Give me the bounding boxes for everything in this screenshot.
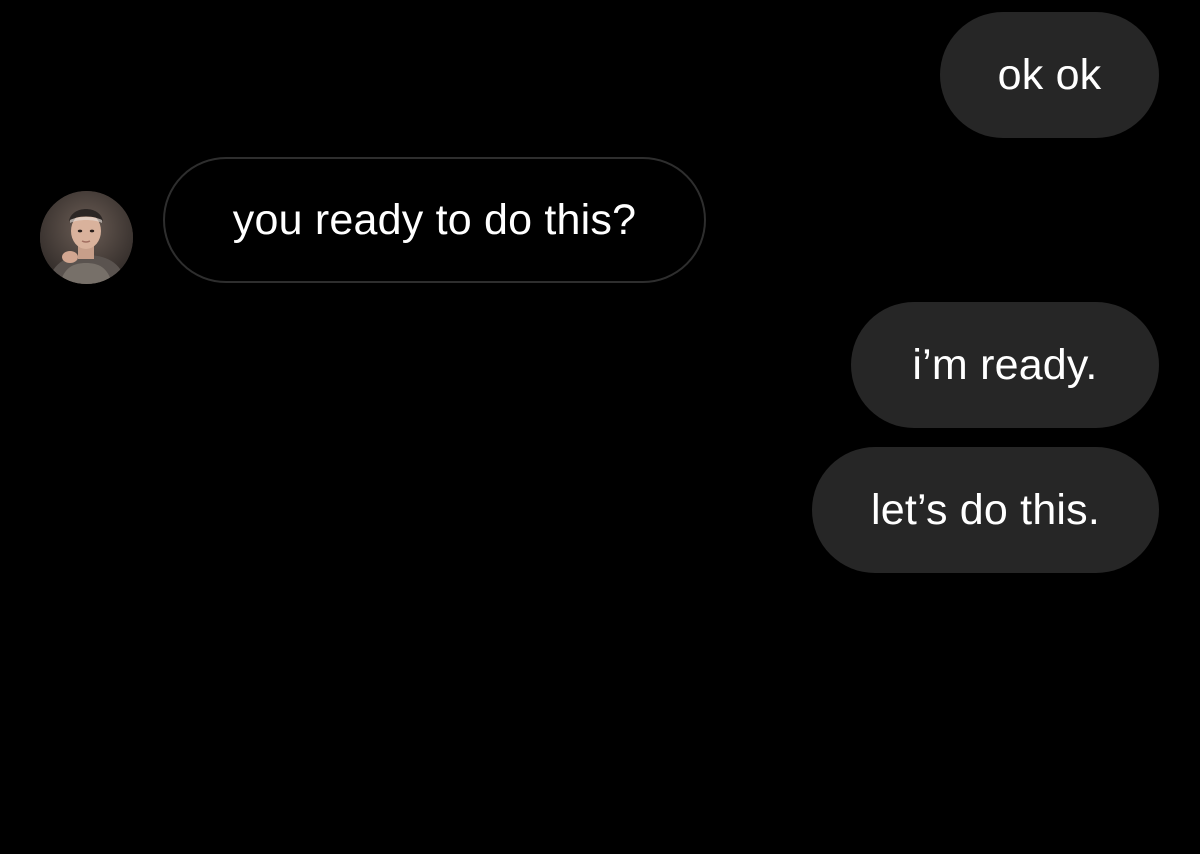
message-text: you ready to do this? bbox=[232, 195, 637, 244]
chat-thread: ok ok you ready to do this? i’m ready. l… bbox=[0, 0, 1200, 854]
message-bubble-received[interactable]: you ready to do this? bbox=[163, 157, 706, 283]
message-bubble-sent[interactable]: ok ok bbox=[940, 12, 1159, 138]
message-bubble-sent[interactable]: let’s do this. bbox=[812, 447, 1159, 573]
message-text: ok ok bbox=[997, 50, 1102, 99]
contact-avatar[interactable] bbox=[40, 191, 133, 284]
message-bubble-sent[interactable]: i’m ready. bbox=[851, 302, 1159, 428]
message-text: i’m ready. bbox=[912, 340, 1098, 389]
message-text: let’s do this. bbox=[870, 485, 1101, 534]
profile-photo-avatar-icon bbox=[40, 191, 133, 284]
